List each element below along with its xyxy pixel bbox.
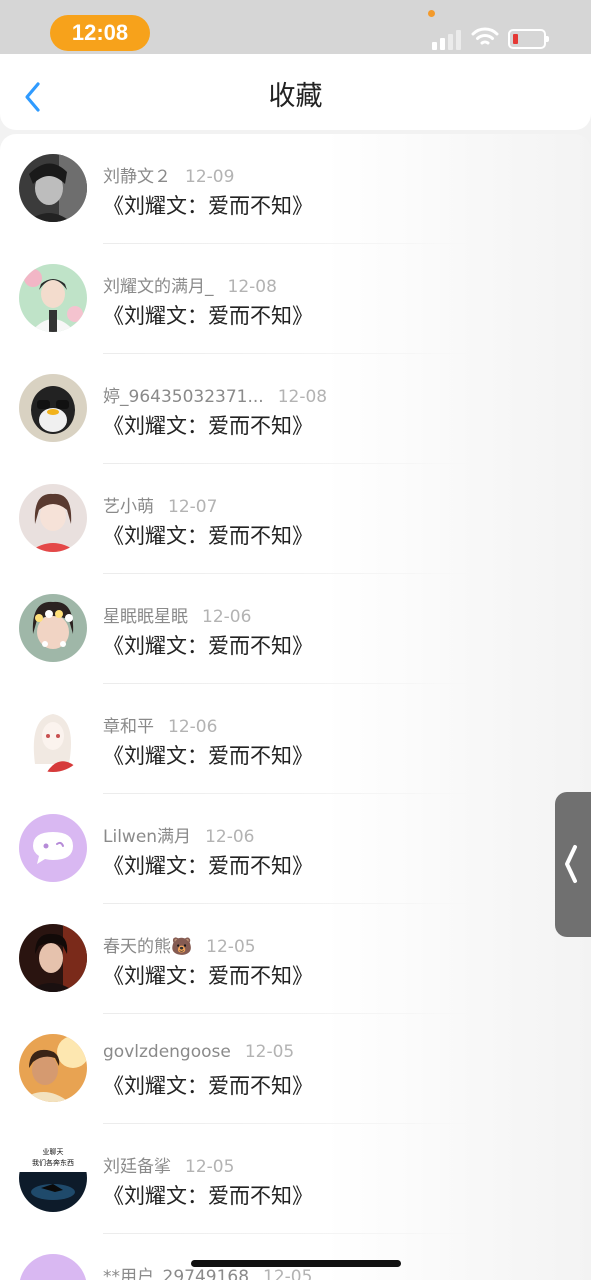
list-item[interactable]: 婷_96435032371... 12-08 《刘耀文：爱而不知》 <box>0 354 591 464</box>
page-title: 收藏 <box>268 81 323 112</box>
avatar[interactable] <box>19 154 87 222</box>
avatar[interactable] <box>19 1034 87 1102</box>
item-meta: 艺小萌 12-07 <box>103 492 217 517</box>
item-user: **用户_29749168 <box>103 1267 250 1280</box>
chevron-left-icon <box>565 845 577 883</box>
list-item[interactable]: **用户_29749168 12-05 <box>0 1234 591 1280</box>
item-date: 12-07 <box>168 497 218 517</box>
status-time: 12:08 <box>50 15 150 51</box>
avatar-caption: 业聊天 <box>43 1147 64 1156</box>
item-date: 12-08 <box>277 387 328 407</box>
signal-icon <box>432 30 462 50</box>
item-meta: 刘耀文的满月_ 12-08 <box>103 272 277 297</box>
battery-icon <box>508 29 549 49</box>
chevron-left-icon <box>25 82 40 112</box>
list-item[interactable]: 星眠眠星眠 12-06 《刘耀文：爱而不知》 <box>0 574 591 684</box>
item-title: 《刘耀文：爱而不知》 <box>103 634 313 658</box>
item-user: 章和平 <box>103 717 154 737</box>
item-date: 12-05 <box>185 1157 235 1177</box>
item-user: 星眠眠星眠 <box>103 607 188 627</box>
back-button[interactable] <box>14 74 54 114</box>
item-date: 12-06 <box>205 827 255 847</box>
item-date: 12-05 <box>263 1267 313 1280</box>
avatar[interactable] <box>19 814 87 882</box>
item-meta: 星眠眠星眠 12-06 <box>103 602 251 627</box>
item-meta: 婷_96435032371... 12-08 <box>103 382 327 407</box>
side-drawer-handle[interactable] <box>555 792 591 937</box>
item-meta: 春天的熊🐻 12-05 <box>103 932 256 957</box>
privacy-indicator-dot <box>428 10 435 17</box>
list-item[interactable]: 春天的熊🐻 12-05 《刘耀文：爱而不知》 <box>0 904 591 1014</box>
list-item[interactable]: 刘静文２ 12-09 《刘耀文：爱而不知》 <box>0 134 591 244</box>
item-meta: govlzdengoose 12-05 <box>103 1042 294 1062</box>
status-bar: 12:08 <box>0 0 591 54</box>
item-title: 《刘耀文：爱而不知》 <box>103 854 313 878</box>
item-title: 《刘耀文：爱而不知》 <box>103 524 313 548</box>
favorites-list: 刘静文２ 12-09 《刘耀文：爱而不知》 刘耀文的满月_ 12-08 《刘耀文：爱… <box>0 134 591 1280</box>
avatar[interactable] <box>19 1254 87 1280</box>
list-item[interactable]: 艺小萌 12-07 《刘耀文：爱而不知》 <box>0 464 591 574</box>
list-item[interactable]: 章和平 12-06 《刘耀文：爱而不知》 <box>0 684 591 794</box>
list-item[interactable]: Lilwen满月 12-06 《刘耀文：爱而不知》 <box>0 794 591 904</box>
item-meta: Lilwen满月 12-06 <box>103 822 254 847</box>
avatar[interactable] <box>19 374 87 442</box>
avatar[interactable] <box>19 704 87 772</box>
item-user: govlzdengoose <box>103 1042 231 1062</box>
item-user: 艺小萌 <box>103 497 154 517</box>
item-title: 《刘耀文：爱而不知》 <box>103 304 313 328</box>
avatar[interactable] <box>19 594 87 662</box>
avatar[interactable]: 业聊天 我们各奔东西 <box>19 1144 87 1212</box>
chat-bubble-icon <box>19 814 87 882</box>
home-indicator[interactable] <box>191 1260 401 1267</box>
item-user: 刘耀文的满月_ <box>103 277 214 297</box>
avatar[interactable] <box>19 264 87 332</box>
item-title: 《刘耀文：爱而不知》 <box>103 964 313 988</box>
item-title: 《刘耀文：爱而不知》 <box>103 1184 313 1208</box>
item-user: 刘廷备挲 <box>103 1157 171 1177</box>
item-date: 12-05 <box>206 937 256 957</box>
item-date: 12-06 <box>168 717 218 737</box>
nav-bar: 收藏 <box>0 54 591 130</box>
avatar-caption: 我们各奔东西 <box>32 1158 74 1167</box>
item-meta: 刘静文２ 12-09 <box>103 162 234 187</box>
item-user: 春天的熊🐻 <box>103 937 193 957</box>
avatar[interactable] <box>19 924 87 992</box>
item-meta: 刘廷备挲 12-05 <box>103 1152 234 1177</box>
item-date: 12-08 <box>227 277 277 297</box>
list-item[interactable]: 业聊天 我们各奔东西 刘廷备挲 12-05 《刘耀文：爱而不知》 <box>0 1124 591 1234</box>
item-date: 12-06 <box>202 607 252 627</box>
item-title: 《刘耀文：爱而不知》 <box>103 1074 313 1098</box>
wifi-icon <box>471 27 499 45</box>
item-user: Lilwen满月 <box>103 827 192 847</box>
list-item[interactable]: 刘耀文的满月_ 12-08 《刘耀文：爱而不知》 <box>0 244 591 354</box>
item-user: 刘静文２ <box>103 167 171 187</box>
item-user: 婷_96435032371... <box>103 387 264 407</box>
item-date: 12-09 <box>185 167 235 187</box>
item-title: 《刘耀文：爱而不知》 <box>103 194 313 218</box>
item-title: 《刘耀文：爱而不知》 <box>103 414 313 438</box>
avatar[interactable] <box>19 484 87 552</box>
list-item[interactable]: govlzdengoose 12-05 《刘耀文：爱而不知》 <box>0 1014 591 1124</box>
item-meta: 章和平 12-06 <box>103 712 217 737</box>
item-title: 《刘耀文：爱而不知》 <box>103 744 313 768</box>
item-date: 12-05 <box>244 1042 295 1062</box>
